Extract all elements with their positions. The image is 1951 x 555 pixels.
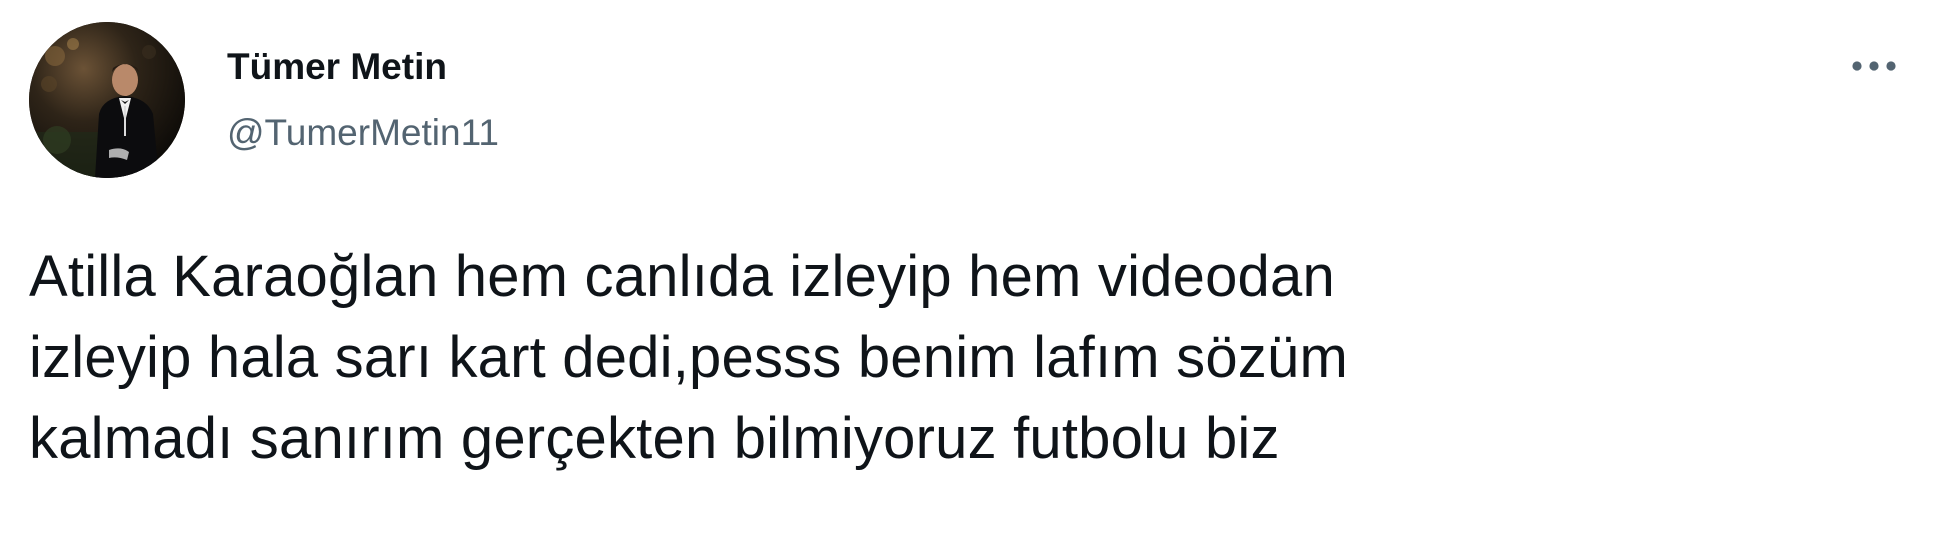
tweet-text: Atilla Karaoğlan hem canlıda izleyip hem… — [29, 244, 1348, 471]
author-avatar[interactable] — [29, 22, 185, 178]
author-display-name[interactable]: Tümer Metin — [227, 42, 447, 92]
more-options-button[interactable] — [1842, 42, 1906, 90]
tweet-card: Tümer Metin @TumerMetin11 Atilla Karaoğl… — [0, 0, 1951, 555]
profile-photo-icon — [29, 22, 185, 178]
more-options-icon — [1852, 61, 1896, 71]
author-handle[interactable]: @TumerMetin11 — [227, 108, 499, 158]
